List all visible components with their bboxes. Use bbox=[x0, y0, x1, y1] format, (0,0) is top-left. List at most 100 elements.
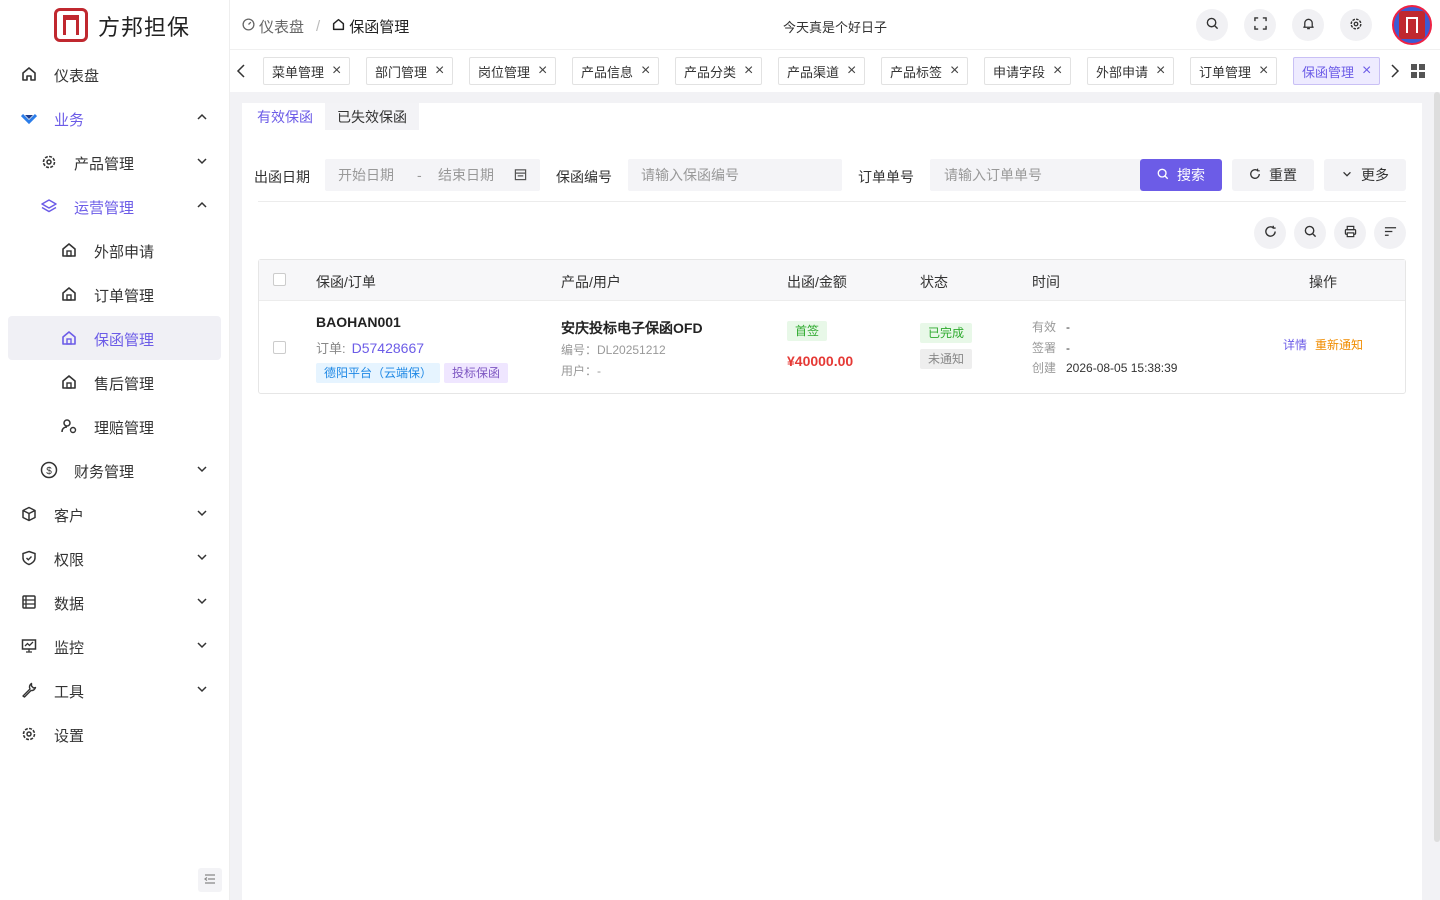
app-name: 方邦担保 bbox=[98, 15, 191, 40]
renotify-link[interactable]: 重新通知 bbox=[1315, 338, 1363, 352]
close-icon[interactable]: × bbox=[641, 63, 650, 79]
tab-valid-guarantee[interactable]: 有效保函 bbox=[245, 103, 325, 130]
collapse-sidebar-button[interactable] bbox=[198, 868, 222, 892]
status-completed: 已完成 bbox=[920, 323, 973, 343]
home-icon bbox=[20, 65, 38, 83]
close-icon[interactable]: × bbox=[744, 63, 753, 79]
header-search-button[interactable] bbox=[1196, 9, 1228, 41]
tab-external-apply[interactable]: 外部申请 × bbox=[1087, 57, 1175, 85]
reset-button[interactable]: 重置 bbox=[1232, 159, 1314, 191]
logo[interactable]: 方邦担保 bbox=[0, 0, 229, 50]
toggle-search-button[interactable] bbox=[1294, 217, 1326, 249]
amount: ¥40000.00 bbox=[787, 353, 854, 369]
breadcrumb-separator: / bbox=[316, 18, 321, 35]
issue-type-badge: 首签 bbox=[787, 321, 828, 341]
tab-product-tag[interactable]: 产品标签 × bbox=[881, 57, 969, 85]
close-icon[interactable]: × bbox=[538, 63, 547, 79]
fullscreen-button[interactable] bbox=[1244, 9, 1276, 41]
status-badge: 已完成 bbox=[920, 323, 973, 343]
valid-time: 有效 - bbox=[1032, 320, 1070, 334]
breadcrumb-home[interactable]: 仪表盘 bbox=[242, 16, 304, 37]
avatar[interactable] bbox=[1392, 5, 1432, 45]
sidebar-item-guarantee-mgmt[interactable]: 保函管理 bbox=[8, 316, 221, 360]
search-icon bbox=[1304, 225, 1317, 241]
print-button[interactable] bbox=[1334, 217, 1366, 249]
sort-lines-icon bbox=[1384, 225, 1397, 241]
sidebar-item-ops-mgmt[interactable]: 运营管理 bbox=[0, 184, 229, 228]
chevron-up-icon bbox=[195, 198, 211, 214]
top-header: 仪表盘 / 保函管理 今天真是个好日子 bbox=[230, 0, 1440, 50]
column-settings-button[interactable] bbox=[1374, 217, 1406, 249]
dashboard-icon bbox=[242, 18, 255, 35]
row-actions: 详情 重新通知 bbox=[1283, 336, 1363, 353]
status-notify: 未通知 bbox=[920, 349, 973, 369]
tabs-scroll-left-icon[interactable] bbox=[232, 62, 250, 80]
select-all-checkbox[interactable] bbox=[273, 273, 286, 286]
product-name: 安庆投标电子保函OFD bbox=[561, 320, 703, 336]
tab-guarantee-mgmt[interactable]: 保函管理 × bbox=[1293, 57, 1381, 85]
sidebar-item-business[interactable]: 业务 bbox=[0, 96, 229, 140]
tab-order-mgmt[interactable]: 订单管理 × bbox=[1190, 57, 1278, 85]
business-icon bbox=[20, 109, 38, 127]
sidebar-item-finance[interactable]: $ 财务管理 bbox=[0, 448, 229, 492]
header-product: 产品/用户 bbox=[561, 274, 621, 290]
page-scrollbar[interactable] bbox=[1434, 92, 1440, 842]
order-no-input[interactable]: 请输入订单单号 bbox=[930, 159, 1142, 191]
notifications-button[interactable] bbox=[1292, 9, 1324, 41]
sidebar-item-after-sales[interactable]: 售后管理 bbox=[0, 360, 229, 404]
order-no-link[interactable]: D57428667 bbox=[352, 340, 424, 356]
main-card bbox=[242, 103, 1422, 900]
row-checkbox[interactable] bbox=[273, 341, 286, 354]
tab-product-category[interactable]: 产品分类 × bbox=[675, 57, 763, 85]
close-icon[interactable]: × bbox=[1362, 63, 1371, 79]
close-icon[interactable]: × bbox=[1053, 63, 1062, 79]
sidebar-item-data[interactable]: 数据 bbox=[0, 580, 229, 624]
header-status: 状态 bbox=[920, 274, 948, 290]
close-icon[interactable]: × bbox=[847, 63, 856, 79]
sidebar-item-claims[interactable]: 理赔管理 bbox=[0, 404, 229, 448]
tab-dept-mgmt[interactable]: 部门管理 × bbox=[366, 57, 454, 85]
range-separator: - bbox=[417, 167, 422, 183]
issue-date-range-picker[interactable]: 开始日期 - 结束日期 bbox=[325, 159, 540, 191]
sidebar-item-permission[interactable]: 权限 bbox=[0, 536, 229, 580]
tab-post-mgmt[interactable]: 岗位管理 × bbox=[469, 57, 557, 85]
guarantee-no-input[interactable]: 请输入保函编号 bbox=[628, 159, 842, 191]
close-icon[interactable]: × bbox=[1156, 63, 1165, 79]
dollar-icon: $ bbox=[40, 461, 58, 479]
tab-expired-guarantee[interactable]: 已失效保函 bbox=[325, 103, 419, 130]
close-icon[interactable]: × bbox=[950, 63, 959, 79]
shield-icon bbox=[20, 549, 38, 567]
sidebar-item-customer[interactable]: 客户 bbox=[0, 492, 229, 536]
layers-icon bbox=[40, 197, 58, 215]
issue-type: 首签 bbox=[787, 321, 828, 341]
refresh-table-button[interactable] bbox=[1254, 217, 1286, 249]
detail-link[interactable]: 详情 bbox=[1283, 338, 1307, 352]
search-icon bbox=[1206, 17, 1219, 33]
sidebar-item-monitor[interactable]: 监控 bbox=[0, 624, 229, 668]
close-icon[interactable]: × bbox=[332, 63, 341, 79]
tab-product-info[interactable]: 产品信息 × bbox=[572, 57, 660, 85]
sidebar-item-product-mgmt[interactable]: 产品管理 bbox=[0, 140, 229, 184]
tabs-scroll-right-icon[interactable] bbox=[1386, 62, 1404, 80]
tab-apply-field[interactable]: 申请字段 × bbox=[984, 57, 1072, 85]
type-tag: 投标保函 bbox=[444, 363, 509, 383]
search-button[interactable]: 搜索 bbox=[1140, 159, 1222, 191]
close-icon[interactable]: × bbox=[435, 63, 444, 79]
tabs-menu-grid-icon[interactable] bbox=[1411, 64, 1425, 78]
tab-menu-mgmt[interactable]: 菜单管理 × bbox=[263, 57, 351, 85]
sidebar-item-external-apply[interactable]: 外部申请 bbox=[0, 228, 229, 272]
end-date-input[interactable]: 结束日期 bbox=[438, 165, 494, 185]
sidebar-item-settings[interactable]: 设置 bbox=[0, 712, 229, 756]
sidebar-item-order-mgmt[interactable]: 订单管理 bbox=[0, 272, 229, 316]
settings-button[interactable] bbox=[1340, 9, 1372, 41]
close-icon[interactable]: × bbox=[1259, 63, 1268, 79]
sidebar-item-dashboard[interactable]: 仪表盘 bbox=[0, 52, 229, 96]
order-info: 订单: D57428667 bbox=[316, 340, 425, 356]
breadcrumb-current: 保函管理 bbox=[332, 16, 409, 37]
tab-product-channel[interactable]: 产品渠道 × bbox=[778, 57, 866, 85]
more-filters-button[interactable]: 更多 bbox=[1324, 159, 1406, 191]
start-date-input[interactable]: 开始日期 bbox=[338, 165, 394, 185]
gear-icon bbox=[20, 725, 38, 743]
fullscreen-icon bbox=[1253, 17, 1267, 33]
sidebar-item-tools[interactable]: 工具 bbox=[0, 668, 229, 712]
